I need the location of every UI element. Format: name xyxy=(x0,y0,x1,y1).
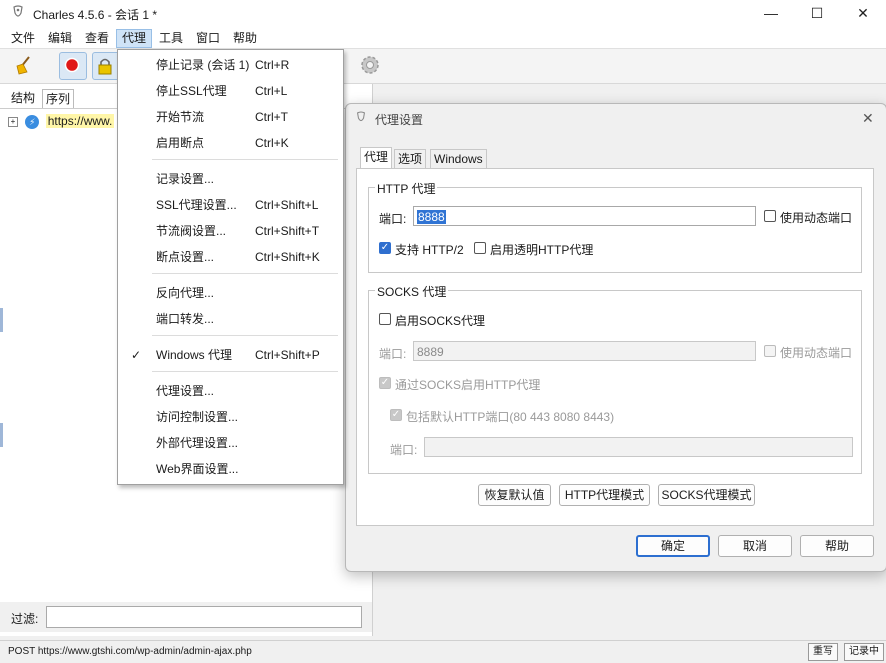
enable-socks-label: 启用SOCKS代理 xyxy=(395,314,486,328)
http-group-title: HTTP 代理 xyxy=(375,180,438,197)
menu-file[interactable]: 文件 xyxy=(6,30,40,47)
menu-item-port-forwarding[interactable]: 端口转发... xyxy=(118,308,343,330)
http-dynamic-port-label: 使用动态端口 xyxy=(780,211,853,225)
dialog-title: 代理设置 xyxy=(375,113,424,127)
socks-ports-input[interactable] xyxy=(424,437,853,457)
http2-label: 支持 HTTP/2 xyxy=(395,243,464,257)
enable-socks-checkbox[interactable] xyxy=(379,313,391,325)
socks-dynamic-port-label: 使用动态端口 xyxy=(780,346,853,360)
menu-separator xyxy=(152,335,338,336)
help-button[interactable]: 帮助 xyxy=(800,535,874,557)
row-marker xyxy=(0,308,3,332)
socks-dynamic-port-checkbox[interactable] xyxy=(764,345,776,357)
http-over-socks-label: 通过SOCKS启用HTTP代理 xyxy=(395,378,541,392)
menu-item-enable-breakpoints[interactable]: 启用断点 Ctrl+K xyxy=(118,132,343,154)
window-title: Charles 4.5.6 - 会话 1 * xyxy=(33,8,158,22)
include-default-ports-checkbox[interactable]: ✓ xyxy=(390,409,402,421)
lock-icon[interactable] xyxy=(92,52,120,80)
socks-port-input[interactable]: 8889 xyxy=(413,341,756,361)
tab-windows[interactable]: Windows xyxy=(430,149,487,169)
menu-window[interactable]: 窗口 xyxy=(191,30,225,47)
rewrite-status-button[interactable]: 重写 xyxy=(808,643,838,661)
socks-port-label: 端口: xyxy=(379,347,407,361)
close-button[interactable]: ✕ xyxy=(840,0,886,28)
menu-tools[interactable]: 工具 xyxy=(154,30,188,47)
menu-item-windows-proxy[interactable]: ✓ Windows 代理 Ctrl+Shift+P xyxy=(118,344,343,366)
menu-proxy[interactable]: 代理 xyxy=(116,29,153,48)
menu-help[interactable]: 帮助 xyxy=(228,30,262,47)
lightning-icon: ⚡ xyxy=(25,114,40,129)
menu-bar: 文件 编辑 查看 代理 工具 窗口 帮助 xyxy=(0,28,886,49)
menu-item-ssl-proxy-settings[interactable]: SSL代理设置... Ctrl+Shift+L xyxy=(118,194,343,216)
proxy-dropdown-menu: 停止记录 (会话 1) Ctrl+R 停止SSL代理 Ctrl+L 开始节流 Ctrl… xyxy=(117,49,344,485)
broom-icon[interactable] xyxy=(11,52,37,78)
menu-separator xyxy=(152,159,338,160)
menu-item-stop-ssl-proxy[interactable]: 停止SSL代理 Ctrl+L xyxy=(118,80,343,102)
transparent-proxy-label: 启用透明HTTP代理 xyxy=(490,243,594,257)
socks-proxy-mode-button[interactable]: SOCKS代理模式 xyxy=(658,484,755,506)
maximize-button[interactable]: ☐ xyxy=(794,0,840,28)
http-over-socks-checkbox[interactable]: ✓ xyxy=(379,377,391,389)
proxy-tab-content: HTTP 代理 端口: 8888 使用动态端口 ✓ 支持 HTTP/2 启用透明… xyxy=(356,168,874,526)
tab-structure[interactable]: 结构 xyxy=(8,89,38,107)
menu-item-throttle-settings[interactable]: 节流阀设置... Ctrl+Shift+T xyxy=(118,220,343,242)
charles-app-icon xyxy=(11,5,25,21)
menu-item-web-interface[interactable]: Web界面设置... xyxy=(118,458,343,480)
tab-sequence[interactable]: 序列 xyxy=(42,89,75,108)
cancel-button[interactable]: 取消 xyxy=(718,535,792,557)
menu-item-proxy-settings[interactable]: 代理设置... xyxy=(118,380,343,402)
filter-input[interactable] xyxy=(46,606,362,628)
settings-gear-icon[interactable] xyxy=(357,52,383,78)
menu-item-recording-settings[interactable]: 记录设置... xyxy=(118,168,343,190)
menu-view[interactable]: 查看 xyxy=(80,30,114,47)
filter-label: 过滤: xyxy=(11,612,39,626)
menu-edit[interactable]: 编辑 xyxy=(43,30,77,47)
socks-group-title: SOCKS 代理 xyxy=(375,283,449,300)
row-marker-2 xyxy=(0,423,3,447)
proxy-settings-dialog: 代理设置 ✕ 代理 选项 Windows HTTP 代理 端口: 8888 使用… xyxy=(345,103,886,572)
record-icon[interactable] xyxy=(59,52,87,80)
minimize-button[interactable]: — xyxy=(748,0,794,28)
status-text: POST https://www.gtshi.com/wp-admin/admi… xyxy=(8,646,252,657)
socks-proxy-group: SOCKS 代理 启用SOCKS代理 端口: 8889 使用动态端口 ✓ 通过S… xyxy=(368,283,862,474)
http2-checkbox[interactable]: ✓ xyxy=(379,242,391,254)
transparent-proxy-checkbox[interactable] xyxy=(474,242,486,254)
menu-separator xyxy=(152,273,338,274)
checkmark-icon: ✓ xyxy=(131,348,142,362)
menu-item-stop-recording[interactable]: 停止记录 (会话 1) Ctrl+R xyxy=(118,54,343,76)
title-bar: Charles 4.5.6 - 会话 1 * — ☐ ✕ xyxy=(0,0,886,28)
socks-ports-label: 端口: xyxy=(390,443,418,457)
menu-item-access-control[interactable]: 访问控制设置... xyxy=(118,406,343,428)
status-bar: POST https://www.gtshi.com/wp-admin/admi… xyxy=(0,640,886,663)
ok-button[interactable]: 确定 xyxy=(636,535,710,557)
filter-bar: 过滤: xyxy=(0,602,372,632)
tree-row[interactable]: + ⚡ https://www. xyxy=(8,112,115,130)
http-port-label: 端口: xyxy=(379,212,407,226)
http-proxy-group: HTTP 代理 端口: 8888 使用动态端口 ✓ 支持 HTTP/2 启用透明… xyxy=(368,180,862,273)
menu-item-reverse-proxy[interactable]: 反向代理... xyxy=(118,282,343,304)
include-default-ports-label: 包括默认HTTP端口(80 443 8080 8443) xyxy=(406,410,615,424)
restore-defaults-button[interactable]: 恢复默认值 xyxy=(478,484,551,506)
http-port-input[interactable]: 8888 xyxy=(413,206,756,226)
http-proxy-mode-button[interactable]: HTTP代理模式 xyxy=(559,484,650,506)
dialog-app-icon xyxy=(355,111,367,128)
menu-separator xyxy=(152,371,338,372)
recording-status-button[interactable]: 记录中 xyxy=(844,643,884,661)
dialog-close-icon[interactable]: ✕ xyxy=(862,110,874,127)
expand-icon[interactable]: + xyxy=(8,116,18,127)
tree-item-label: https://www. xyxy=(45,114,115,128)
tab-proxy[interactable]: 代理 xyxy=(360,147,393,169)
tab-options[interactable]: 选项 xyxy=(394,149,427,169)
menu-item-external-proxy[interactable]: 外部代理设置... xyxy=(118,432,343,454)
menu-item-start-throttling[interactable]: 开始节流 Ctrl+T xyxy=(118,106,343,128)
menu-item-breakpoint-settings[interactable]: 断点设置... Ctrl+Shift+K xyxy=(118,246,343,268)
http-dynamic-port-checkbox[interactable] xyxy=(764,210,776,222)
